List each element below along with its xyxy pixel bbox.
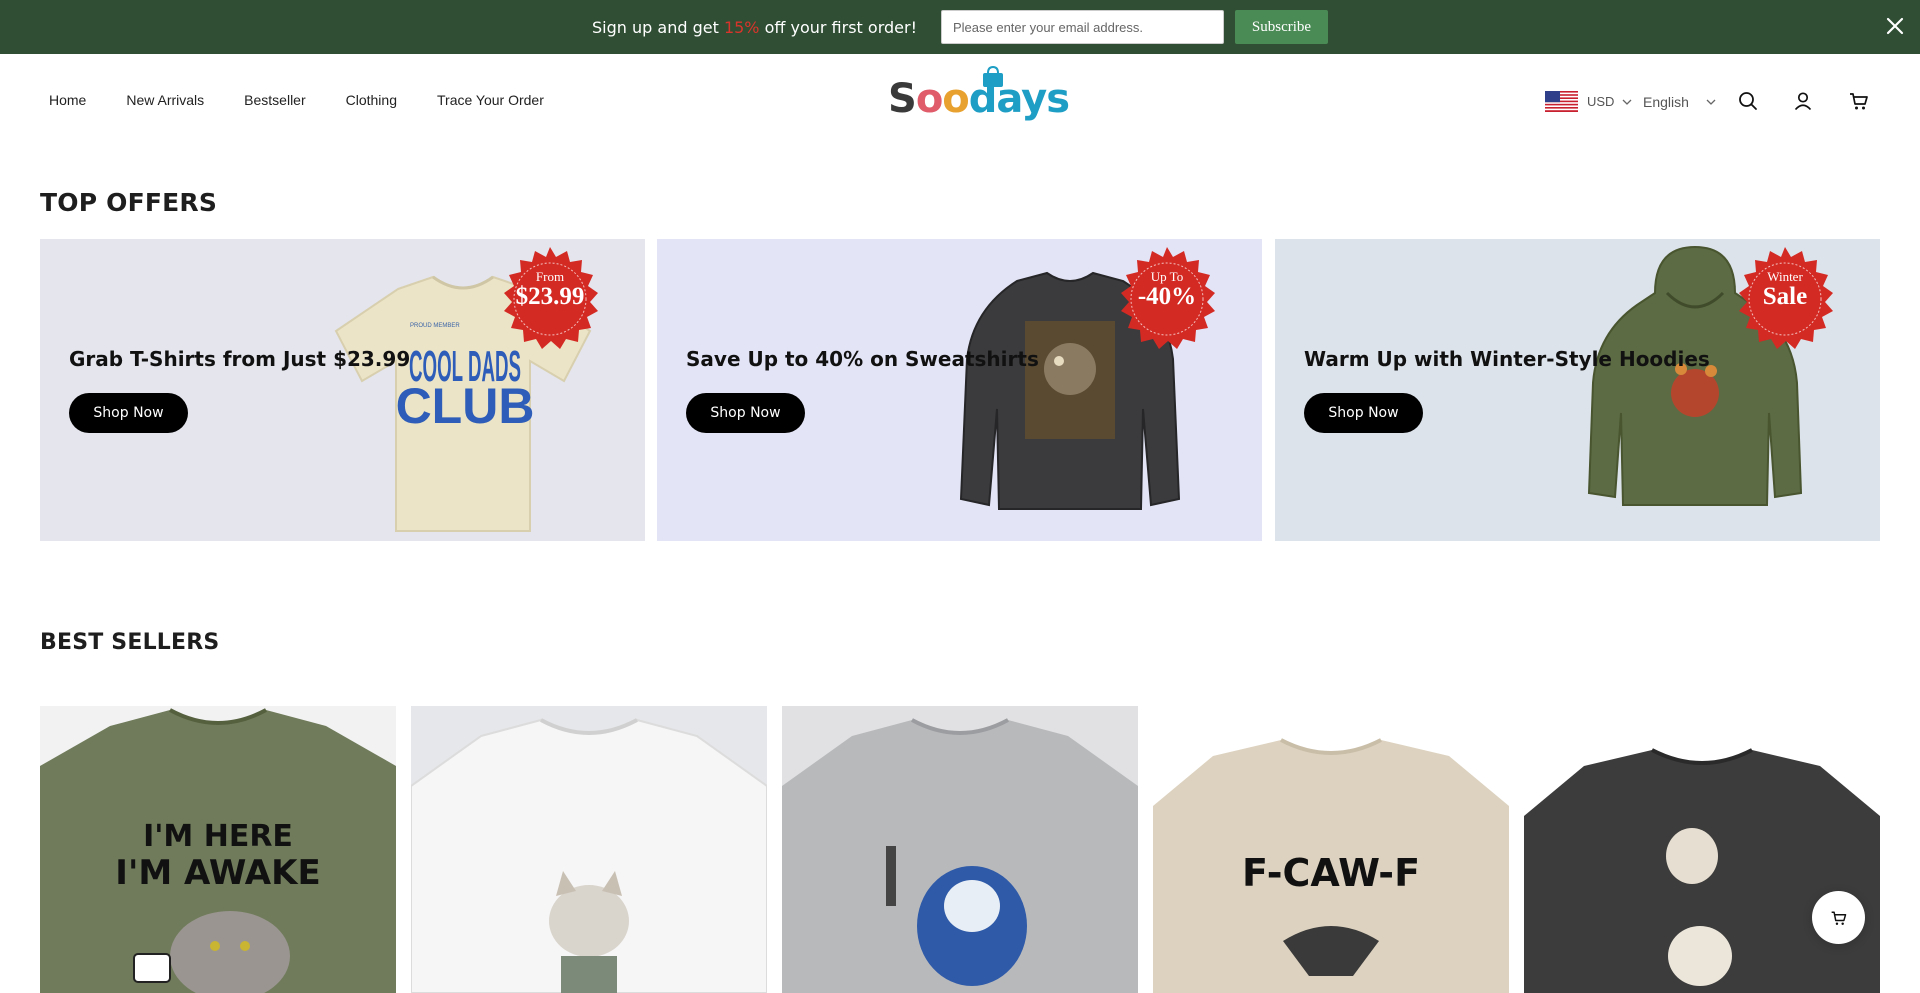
- product-card[interactable]: [411, 706, 767, 993]
- cart-icon: [1831, 911, 1846, 925]
- nav-new-arrivals[interactable]: New Arrivals: [126, 92, 204, 108]
- best-sellers-title: BEST SELLERS: [40, 630, 220, 655]
- close-icon[interactable]: [1884, 15, 1906, 37]
- offer-card-hoodies[interactable]: Winter Sale Warm Up with Winter-Style Ho…: [1275, 239, 1880, 541]
- chevron-down-icon: [1706, 99, 1716, 105]
- badge-label-main: $23.99: [515, 283, 585, 310]
- logo-wordmark: Soodays: [888, 76, 1070, 122]
- offer-title: Save Up to 40% on Sweatshirts: [686, 347, 1039, 371]
- nav-home[interactable]: Home: [49, 92, 86, 108]
- announcement-discount: 15%: [723, 17, 760, 37]
- offer-title: Warm Up with Winter-Style Hoodies: [1304, 347, 1710, 371]
- product-card[interactable]: [782, 706, 1138, 993]
- site-header: Home New Arrivals Bestseller Clothing Tr…: [0, 54, 1920, 146]
- print-text-top: PROUD MEMBER: [410, 323, 460, 329]
- offer-card-tshirts[interactable]: PROUD MEMBER COOL DADS CLUB From $23.99 …: [40, 239, 645, 541]
- us-flag-icon[interactable]: [1545, 91, 1578, 112]
- announcement-text: Sign up and get 15% off your first order…: [592, 18, 917, 37]
- product-image: [411, 718, 767, 993]
- offer-card-sweatshirts[interactable]: Up To -40% Save Up to 40% on Sweatshirts…: [657, 239, 1262, 541]
- product-image: F-CAW-F: [1153, 738, 1509, 993]
- shop-now-button[interactable]: Shop Now: [686, 393, 805, 433]
- product-card[interactable]: [1524, 706, 1880, 993]
- product-card[interactable]: I'M HERE I'M AWAKE: [40, 706, 396, 993]
- product-card[interactable]: F-CAW-F: [1153, 706, 1509, 993]
- subscribe-button[interactable]: Subscribe: [1234, 10, 1328, 44]
- nav-clothing[interactable]: Clothing: [346, 92, 397, 108]
- nav-trace-order[interactable]: Trace Your Order: [437, 92, 544, 108]
- main-nav: Home New Arrivals Bestseller Clothing Tr…: [49, 54, 584, 146]
- language-selector[interactable]: English: [1643, 94, 1689, 110]
- currency-selector[interactable]: USD: [1587, 94, 1614, 109]
- badge-label-main: -40%: [1137, 283, 1197, 310]
- product-image: [1524, 748, 1880, 993]
- print-text-main-2: CLUB: [396, 378, 535, 434]
- print-text-line-1: F-CAW-F: [1242, 851, 1420, 895]
- email-input[interactable]: [940, 10, 1224, 44]
- chevron-down-icon: [1622, 99, 1632, 105]
- shop-now-button[interactable]: Shop Now: [1304, 393, 1423, 433]
- floating-cart-button[interactable]: [1812, 891, 1865, 944]
- print-text-line-1: I'M HERE: [143, 819, 293, 854]
- shop-now-button[interactable]: Shop Now: [69, 393, 188, 433]
- offer-title: Grab T-Shirts from Just $23.99: [69, 347, 411, 371]
- search-icon[interactable]: [1737, 90, 1759, 112]
- product-image: [782, 718, 1138, 993]
- product-image: I'M HERE I'M AWAKE: [40, 708, 396, 993]
- site-logo[interactable]: Soodays: [888, 66, 1070, 126]
- announcement-text-before: Sign up and get: [592, 17, 724, 37]
- announcement-text-after: off your first order!: [759, 17, 917, 37]
- badge-label-main: Sale: [1762, 283, 1808, 310]
- nav-bestseller[interactable]: Bestseller: [244, 92, 305, 108]
- top-offers-title: TOP OFFERS: [40, 188, 218, 217]
- header-actions: USD English: [1500, 54, 1920, 146]
- cart-icon[interactable]: [1848, 90, 1870, 112]
- print-text-line-2: I'M AWAKE: [115, 853, 320, 893]
- announcement-bar: Sign up and get 15% off your first order…: [0, 0, 1920, 54]
- account-icon[interactable]: [1792, 90, 1814, 112]
